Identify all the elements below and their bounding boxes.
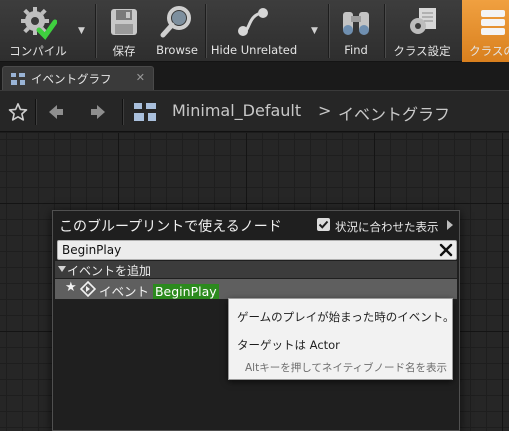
class-defaults-label: クラスの <box>469 44 509 58</box>
tooltip-target: ターゲットは Actor <box>237 338 340 352</box>
search-match-highlight: BeginPlay <box>152 284 219 299</box>
favorite-star-button[interactable] <box>4 91 32 133</box>
hide-unrelated-button[interactable]: Hide Unrelated <box>210 0 298 62</box>
compile-label: コンパイル <box>9 44 67 58</box>
breadcrumb-separator <box>122 99 123 125</box>
browse-label: Browse <box>156 43 198 57</box>
class-defaults-button[interactable]: クラスの <box>462 0 509 62</box>
tab-close-icon[interactable]: ✕ <box>136 71 145 84</box>
compile-dropdown-arrow[interactable]: ▼ <box>78 26 85 36</box>
class-settings-button[interactable]: クラス設定 <box>389 0 455 62</box>
context-sensitive-checkbox[interactable] <box>317 218 330 231</box>
back-arrow-icon <box>49 105 63 119</box>
star-outline-icon <box>8 103 28 121</box>
breadcrumb-separator <box>35 99 36 125</box>
node-item-prefix: イベント <box>99 284 153 299</box>
clear-search-icon[interactable] <box>439 243 453 257</box>
hide-unrelated-dropdown-arrow[interactable]: ▼ <box>311 26 318 36</box>
toolbar-separator <box>384 4 385 58</box>
event-diamond-icon <box>80 281 96 297</box>
menu-title: このブループリントで使えるノード <box>59 219 282 235</box>
graph-tab-icon <box>11 72 25 85</box>
class-defaults-icon <box>472 4 509 40</box>
context-sensitive-arrow-icon[interactable] <box>447 220 453 230</box>
node-search-box <box>57 240 457 260</box>
browse-button[interactable]: Browse <box>152 0 202 62</box>
toolbar-separator <box>328 4 329 58</box>
category-label: イベントを追加 <box>67 264 152 278</box>
tooltip-description: ゲームのプレイが始まった時のイベント。 <box>237 310 455 324</box>
toolbar-separator <box>95 4 96 58</box>
category-add-event[interactable]: イベントを追加 <box>55 261 457 278</box>
node-item-label: イベント BeginPlay <box>99 281 219 300</box>
forward-button[interactable] <box>84 91 112 133</box>
event-graph-icon <box>134 103 156 121</box>
main-toolbar: コンパイル ▼ 保存 Browse Hide Unrelated ▼ Find … <box>0 0 509 62</box>
node-graph-icon <box>234 4 274 40</box>
tab-label: イベントグラフ <box>31 71 112 86</box>
hide-unrelated-label: Hide Unrelated <box>210 43 298 57</box>
class-settings-gear-icon <box>402 4 442 40</box>
magnifier-icon <box>157 4 197 40</box>
compile-gear-check-icon <box>18 4 58 40</box>
toolbar-separator <box>205 4 206 58</box>
back-button[interactable] <box>42 91 70 133</box>
compile-button[interactable]: コンパイル <box>2 0 74 62</box>
save-disk-icon <box>104 4 144 40</box>
context-sensitive-label[interactable]: 状況に合わせた表示 <box>335 219 439 235</box>
node-item-begin-play[interactable]: ★ イベント BeginPlay <box>55 279 457 299</box>
checkmark-icon <box>318 220 329 229</box>
tooltip-hint: Altキーを押してネイティブノード名を表示 <box>245 362 448 374</box>
save-button[interactable]: 保存 <box>101 0 147 62</box>
node-tooltip: ゲームのプレイが始まった時のイベント。 ターゲットは Actor Altキーを押… <box>228 298 455 380</box>
document-tab-strip: イベントグラフ ✕ <box>0 62 509 90</box>
save-label: 保存 <box>112 44 136 58</box>
graph-breadcrumb-bar: Minimal_Default > イベントグラフ <box>0 90 509 132</box>
expand-triangle-icon[interactable] <box>58 266 66 272</box>
breadcrumb-chevron-icon: > <box>318 101 332 120</box>
binoculars-icon <box>336 4 376 40</box>
breadcrumb-current: イベントグラフ <box>338 105 451 124</box>
favorite-star-icon[interactable]: ★ <box>65 280 77 295</box>
tab-event-graph[interactable]: イベントグラフ ✕ <box>2 66 154 90</box>
forward-arrow-icon <box>91 105 105 119</box>
breadcrumb-root[interactable]: Minimal_Default <box>172 101 301 120</box>
find-label: Find <box>344 43 368 57</box>
find-button[interactable]: Find <box>334 0 378 62</box>
graph-type-icon-holder <box>130 91 160 133</box>
node-search-input[interactable] <box>58 241 438 259</box>
class-settings-label: クラス設定 <box>393 44 451 58</box>
